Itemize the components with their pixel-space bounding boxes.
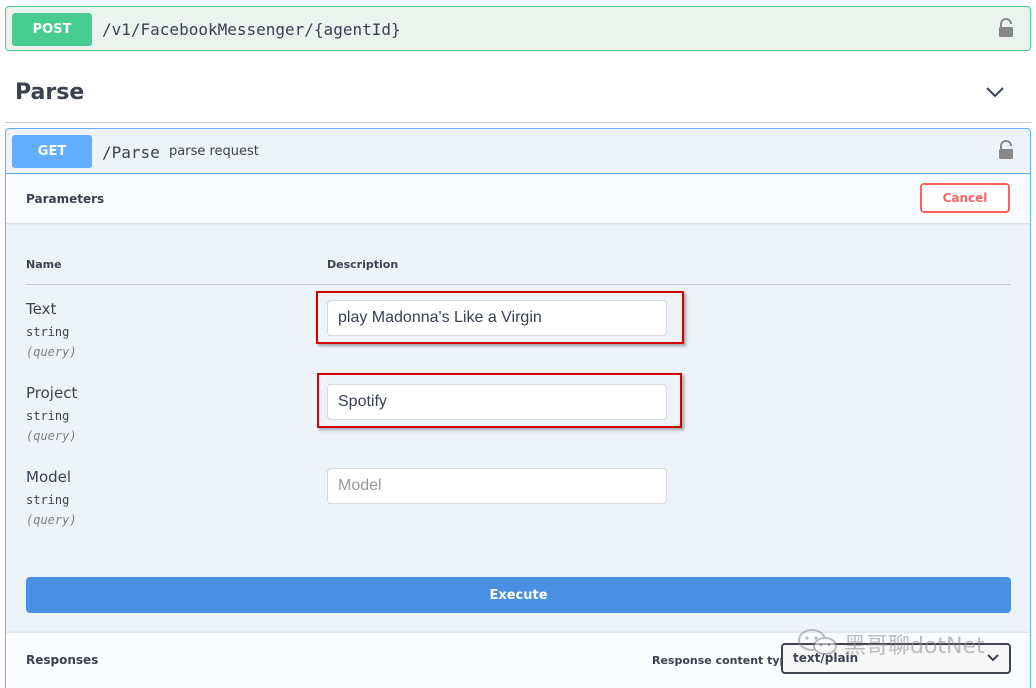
param-name-text: Text (26, 300, 57, 318)
post-operation[interactable]: POST /v1/FacebookMessenger/{agentId} (5, 6, 1031, 51)
parameters-bar: Parameters Cancel (6, 175, 1030, 223)
param-name-model: Model (26, 468, 72, 486)
section-title[interactable]: Parse (15, 80, 84, 105)
chevron-down-icon[interactable] (984, 84, 1006, 100)
get-method-badge: GET (12, 135, 92, 168)
model-input[interactable] (327, 468, 667, 504)
cancel-button[interactable]: Cancel (920, 183, 1010, 213)
response-content-type-label: Response content type (652, 654, 795, 667)
lock-icon[interactable] (997, 140, 1015, 160)
param-in-model: (query) (26, 513, 77, 527)
wechat-logo-icon (798, 629, 837, 655)
post-method-badge: POST (12, 13, 92, 46)
execute-button[interactable]: Execute (26, 577, 1011, 613)
column-header-name: Name (26, 258, 62, 271)
param-type-project: string (26, 409, 70, 423)
project-input[interactable] (327, 384, 667, 420)
param-type-model: string (26, 493, 70, 507)
text-input[interactable] (327, 300, 667, 336)
get-operation-header[interactable]: GET /Parse parse request (6, 129, 1030, 174)
column-header-description: Description (327, 258, 399, 271)
post-path: /v1/FacebookMessenger/{agentId} (102, 20, 401, 39)
get-operation: GET /Parse parse request Parameters Canc… (5, 128, 1031, 688)
param-type-text: string (26, 325, 70, 339)
watermark-text: 黑哥聊dotNet (844, 634, 985, 659)
get-summary: parse request (169, 144, 259, 159)
watermark: 黑哥聊dotNet (796, 624, 1028, 660)
param-name-project: Project (26, 384, 78, 402)
responses-title: Responses (26, 653, 99, 667)
param-in-text: (query) (26, 345, 77, 359)
column-divider (26, 284, 1011, 285)
lock-icon[interactable] (997, 18, 1015, 38)
param-in-project: (query) (26, 429, 77, 443)
parameters-title: Parameters (26, 192, 105, 206)
section-divider (5, 122, 1031, 123)
get-path: /Parse (102, 143, 160, 162)
